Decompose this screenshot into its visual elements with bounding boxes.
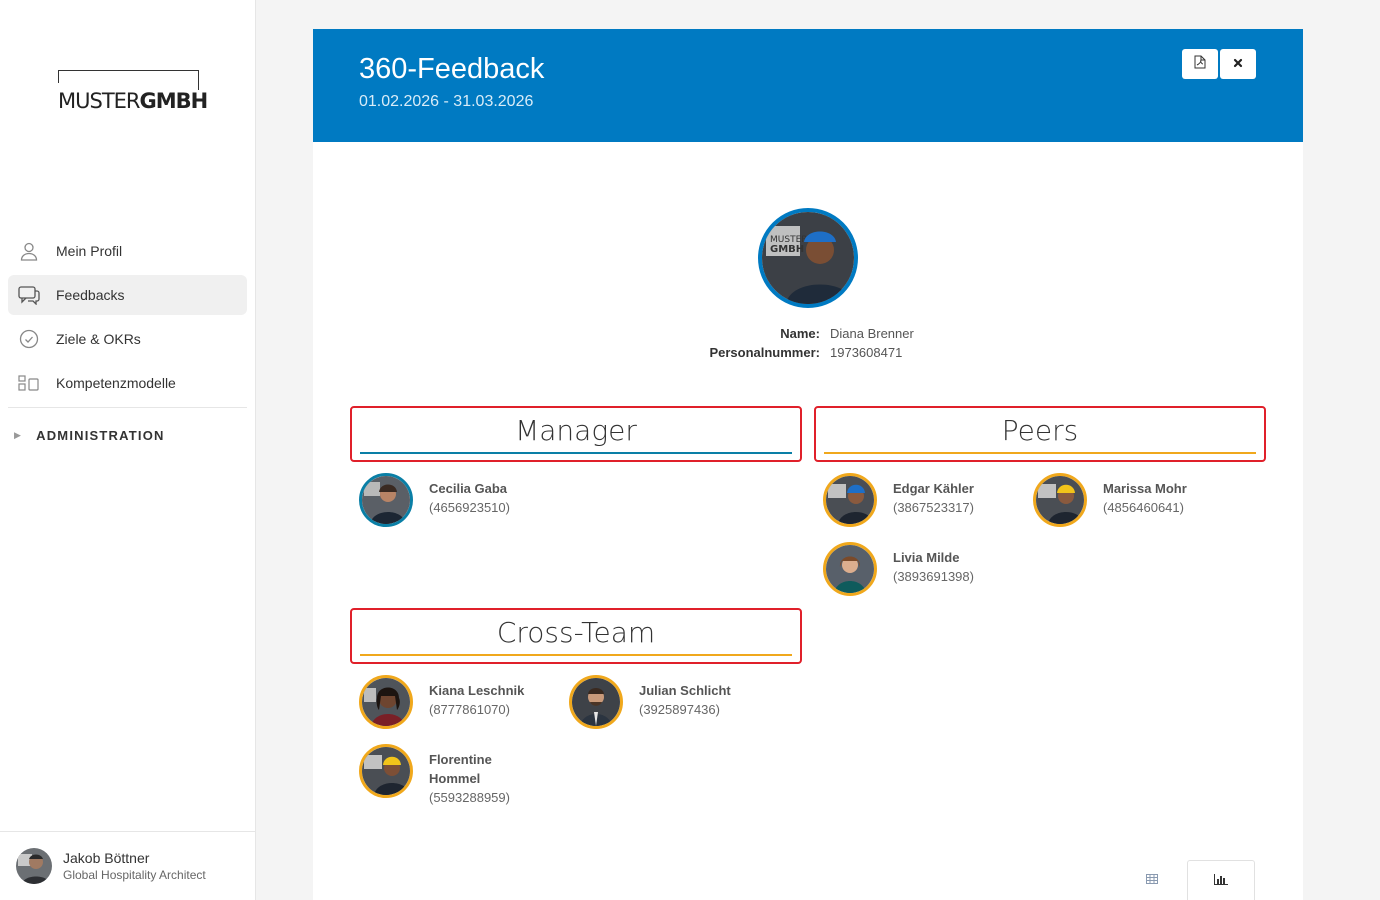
name-label: Name:: [780, 326, 820, 341]
section-title: Manager: [515, 414, 637, 447]
nav-label: Ziele & OKRs: [56, 331, 141, 347]
page-title: 360-Feedback: [359, 53, 545, 85]
id-label: Personalnummer:: [709, 345, 820, 360]
avatar: [569, 675, 623, 729]
nav-item-feedbacks[interactable]: Feedbacks: [8, 275, 247, 315]
avatar: [359, 473, 413, 527]
pdf-icon: [1194, 55, 1206, 74]
chat-icon: [18, 284, 40, 306]
person-card[interactable]: Julian Schlicht (3925897436): [569, 675, 749, 729]
company-logo[interactable]: MUSTERGMBH: [58, 70, 209, 112]
caret-right-icon: ▶: [14, 430, 23, 440]
person-card[interactable]: Marissa Mohr (4856460641): [1033, 473, 1213, 527]
avatar: [359, 744, 413, 798]
sidebar: MUSTERGMBH Mein Profil Feedbacks Ziele &…: [0, 0, 256, 900]
person-id: (3893691398): [893, 569, 974, 584]
person-card[interactable]: Cecilia Gaba (4656923510): [359, 473, 539, 527]
nav-label: Kompetenzmodelle: [56, 375, 176, 391]
section-title: Peers: [1001, 414, 1079, 447]
table-icon: [1146, 871, 1158, 889]
table-view-tab[interactable]: [1131, 860, 1173, 900]
section-title: Cross-Team: [496, 616, 656, 649]
person-card[interactable]: Edgar Kähler (3867523317): [823, 473, 1003, 527]
subject-info-labels: Name: Personalnummer:: [709, 324, 820, 362]
nav-item-ziele-okrs[interactable]: Ziele & OKRs: [8, 319, 247, 359]
person-id: (3925897436): [639, 702, 720, 717]
section-manager: Manager: [350, 406, 802, 462]
header-banner: 360-Feedback 01.02.2026 - 31.03.2026: [313, 29, 1303, 142]
modules-icon: [18, 372, 40, 394]
section-peers: Peers: [814, 406, 1266, 462]
section-underline: [360, 452, 792, 454]
person-id: (5593288959): [429, 790, 510, 805]
subject-id: 1973608471: [830, 345, 903, 360]
avatar: [1033, 473, 1087, 527]
person-name: Edgar Kähler: [893, 481, 974, 496]
section-cross-team: Cross-Team: [350, 608, 802, 664]
avatar: [16, 848, 52, 884]
chart-view-tab[interactable]: [1187, 860, 1255, 900]
close-icon: [1233, 55, 1243, 73]
nav-administration[interactable]: ▶ ADMINISTRATION: [14, 428, 165, 443]
pdf-export-button[interactable]: [1182, 49, 1218, 79]
current-user[interactable]: Jakob Böttner Global Hospitality Archite…: [0, 831, 255, 900]
avatar: [823, 542, 877, 596]
svg-text:GMBH: GMBH: [770, 244, 804, 255]
person-id: (8777861070): [429, 702, 510, 717]
avatar: [823, 473, 877, 527]
nav-label: Feedbacks: [56, 287, 125, 303]
person-card[interactable]: Kiana Leschnik (8777861070): [359, 675, 539, 729]
nav-item-kompetenzmodelle[interactable]: Kompetenzmodelle: [8, 363, 247, 403]
nav-item-mein-profil[interactable]: Mein Profil: [8, 231, 247, 271]
nav-divider: [8, 407, 247, 408]
main-nav: Mein Profil Feedbacks Ziele & OKRs Kompe…: [8, 231, 247, 407]
person-name: Julian Schlicht: [639, 683, 731, 698]
user-role: Global Hospitality Architect: [63, 868, 206, 882]
person-name: Livia Milde: [893, 550, 960, 565]
section-underline: [360, 654, 792, 656]
subject-avatar: MUSTER GMBH: [758, 208, 858, 308]
user-icon: [18, 240, 40, 262]
date-range: 01.02.2026 - 31.03.2026: [359, 93, 534, 110]
bar-chart-icon: [1214, 872, 1228, 890]
close-button[interactable]: [1220, 49, 1256, 79]
feedback-card: 360-Feedback 01.02.2026 - 31.03.2026 MUS…: [313, 29, 1303, 900]
section-underline: [824, 452, 1256, 454]
admin-label: ADMINISTRATION: [36, 428, 165, 443]
person-name: Cecilia Gaba: [429, 481, 508, 496]
person-name: Florentine Hommel: [429, 752, 492, 786]
person-name: Kiana Leschnik: [429, 683, 525, 698]
person-id: (4856460641): [1103, 500, 1184, 515]
person-id: (3867523317): [893, 500, 974, 515]
user-name: Jakob Böttner: [63, 850, 150, 866]
subject-name: Diana Brenner: [830, 326, 914, 341]
person-name: Marissa Mohr: [1103, 481, 1187, 496]
subject-info-values: Diana Brenner 1973608471: [830, 324, 914, 362]
nav-label: Mein Profil: [56, 243, 123, 259]
person-card[interactable]: Livia Milde (3893691398): [823, 542, 1003, 596]
person-card[interactable]: Florentine Hommel (5593288959): [359, 744, 539, 807]
avatar: [359, 675, 413, 729]
person-id: (4656923510): [429, 500, 510, 515]
check-circle-icon: [18, 328, 40, 350]
